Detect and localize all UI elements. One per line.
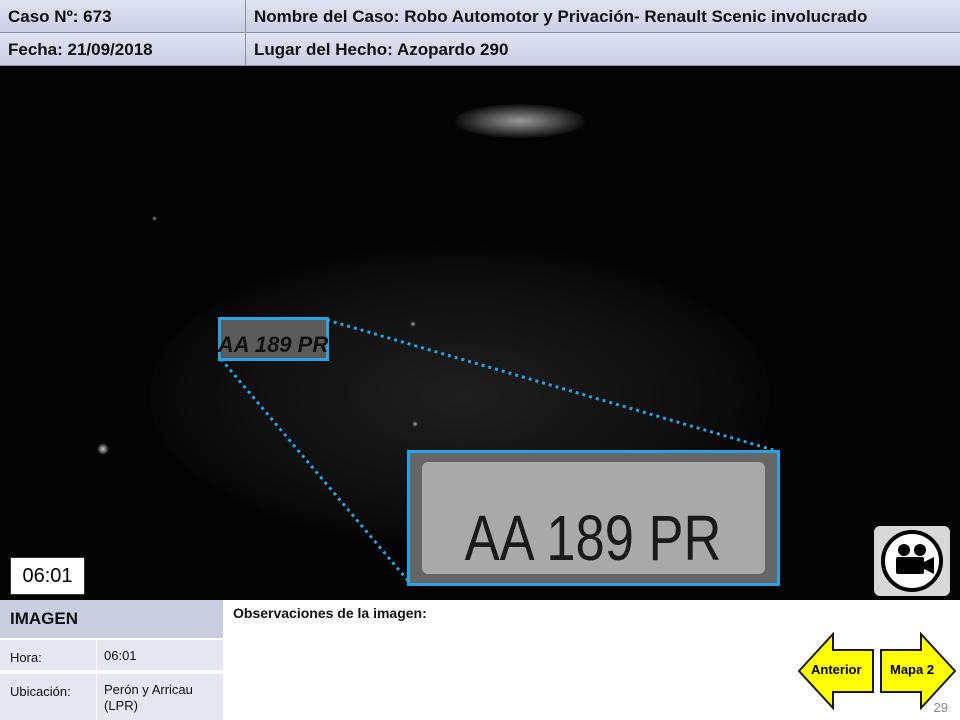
info-title: IMAGEN — [0, 600, 223, 640]
light-spot — [97, 443, 109, 455]
light-spot — [410, 321, 416, 327]
row-divider — [96, 640, 97, 670]
observations-label: Observaciones de la imagen: — [233, 605, 427, 621]
header-row-2: Fecha: 21/09/2018 Lugar del Hecho: Azopa… — [0, 33, 960, 66]
info-value-ubicacion: Perón y Arricau (LPR) — [104, 682, 193, 713]
info-row-hora: Hora: 06:01 — [0, 640, 223, 672]
light-spot — [152, 216, 157, 221]
info-label-hora: Hora: — [10, 650, 42, 665]
timestamp-badge: 06:01 — [10, 557, 85, 595]
case-date: Fecha: 21/09/2018 — [0, 33, 246, 66]
surveillance-image — [0, 66, 960, 600]
previous-label: Anterior — [811, 662, 862, 677]
video-camera-icon[interactable] — [874, 526, 950, 596]
row-divider — [96, 674, 97, 720]
next-button[interactable]: Mapa 2 — [879, 632, 957, 710]
info-row-ubicacion: Ubicación: Perón y Arricau (LPR) — [0, 674, 223, 720]
case-name: Nombre del Caso: Robo Automotor y Privac… — [254, 7, 868, 26]
road-haze — [150, 246, 770, 546]
headlight-glow — [455, 104, 585, 138]
light-spot — [412, 421, 418, 427]
info-label-ubicacion: Ubicación: — [10, 684, 71, 699]
page-number: 29 — [933, 700, 948, 715]
info-value-hora: 06:01 — [104, 648, 137, 663]
previous-button[interactable]: Anterior — [797, 632, 875, 710]
case-number: Caso Nº: 673 — [0, 0, 246, 33]
next-label: Mapa 2 — [890, 662, 935, 677]
case-place: Lugar del Hecho: Azopardo 290 — [254, 40, 509, 59]
header-row-1: Caso Nº: 673 Nombre del Caso: Robo Autom… — [0, 0, 960, 33]
